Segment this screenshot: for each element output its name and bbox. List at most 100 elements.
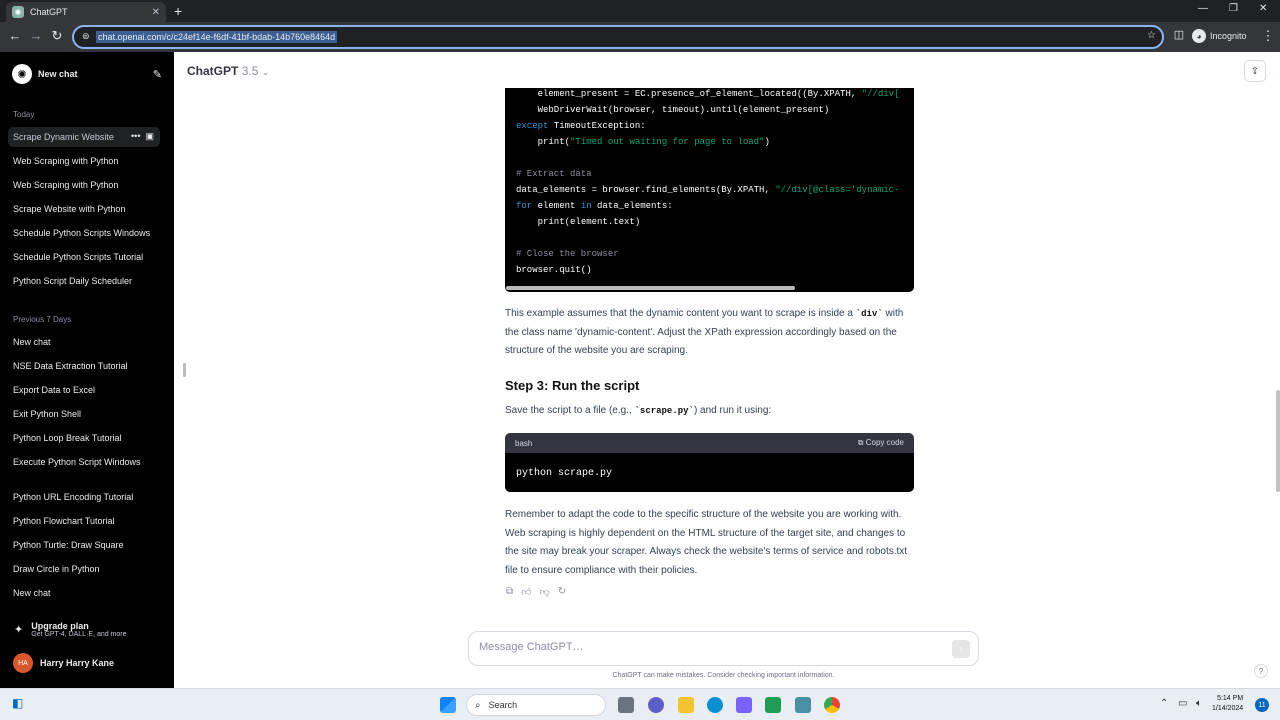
model-name: ChatGPT bbox=[187, 64, 239, 78]
regenerate-icon[interactable]: ↻ bbox=[558, 586, 566, 598]
tab-close-icon[interactable]: ✕ bbox=[152, 7, 160, 18]
url-text[interactable]: chat.openai.com/c/c24ef14e-f6df-41bf-bda… bbox=[96, 31, 338, 43]
disclaimer-text: ChatGPT can make mistakes. Consider chec… bbox=[612, 672, 835, 679]
window-close-icon[interactable]: ✕ bbox=[1259, 3, 1267, 14]
task-view-icon[interactable] bbox=[618, 697, 634, 713]
help-button[interactable]: ? bbox=[1254, 664, 1268, 678]
window-restore-icon[interactable]: ❐ bbox=[1229, 3, 1238, 14]
sidebar-item-label: Python Loop Break Tutorial bbox=[13, 433, 122, 443]
response-paragraph: Save the script to a file (e.g., `scrape… bbox=[505, 402, 917, 421]
address-bar[interactable]: ⊜ chat.openai.com/c/c24ef14e-f6df-41bf-b… bbox=[72, 25, 1164, 49]
sidebar-item-chat[interactable]: Draw Circle in Python bbox=[8, 559, 160, 579]
message-input[interactable] bbox=[479, 641, 939, 653]
response-paragraph: This example assumes that the dynamic co… bbox=[505, 305, 917, 361]
code-line: for element in data_elements: bbox=[516, 201, 673, 211]
sidebar-item-chat[interactable]: Export Data to Excel bbox=[8, 380, 160, 400]
bookmark-star-icon[interactable]: ☆ bbox=[1147, 30, 1156, 41]
reload-icon[interactable]: ↻ bbox=[48, 28, 66, 44]
sidebar-item-chat[interactable]: Execute Python Script Windows bbox=[8, 452, 160, 472]
site-info-icon[interactable]: ⊜ bbox=[82, 31, 92, 41]
code-text: python scrape.py bbox=[516, 468, 613, 479]
forward-arrow-icon[interactable]: → bbox=[27, 28, 45, 43]
section-today-label: Today bbox=[13, 110, 35, 119]
widgets-icon[interactable]: ◧ bbox=[12, 696, 23, 710]
code-horizontal-scrollbar[interactable] bbox=[506, 286, 795, 290]
sidebar-item-chat[interactable]: Python Script Daily Scheduler bbox=[8, 271, 160, 291]
archive-icon[interactable]: ▣ bbox=[145, 131, 154, 141]
file-explorer-icon[interactable] bbox=[678, 697, 694, 713]
edge-browser-icon[interactable] bbox=[707, 697, 723, 713]
upgrade-plan-button[interactable]: ✦ Upgrade plan Get GPT-4, DALL·E, and mo… bbox=[14, 621, 127, 638]
thumbs-down-icon[interactable]: 👎︎ bbox=[540, 586, 550, 598]
sidebar-item-chat[interactable]: Web Scraping with Python bbox=[8, 151, 160, 171]
avatar: HA bbox=[13, 653, 33, 673]
sidebar-item-label: Schedule Python Scripts Windows bbox=[13, 228, 151, 238]
taskbar: ◧ ⌕ Search ⌃ ▭ 🔈︎ 5:14 PM 1/14/2024 11 bbox=[0, 688, 1280, 720]
sidebar-item-chat[interactable]: Python URL Encoding Tutorial bbox=[8, 487, 160, 507]
browser-tab-chatgpt[interactable]: ✺ ChatGPT ✕ bbox=[6, 2, 166, 22]
sidebar-item-chat[interactable]: Scrape Dynamic Website ••• ▣ bbox=[8, 127, 160, 147]
paragraph-text: ) and run it using: bbox=[693, 405, 772, 416]
windows-start-icon[interactable] bbox=[440, 697, 456, 713]
section-previous-7-days-label: Previous 7 Days bbox=[13, 315, 72, 324]
sidebar-item-chat[interactable]: Exit Python Shell bbox=[8, 404, 160, 424]
sidebar-item-label: Exit Python Shell bbox=[13, 409, 82, 419]
sidebar-item-label: Web Scraping with Python bbox=[13, 156, 119, 166]
app-icon[interactable] bbox=[736, 697, 752, 713]
window-minimize-icon[interactable]: — bbox=[1198, 3, 1208, 14]
message-composer: ↑ bbox=[468, 631, 979, 666]
image-app-icon[interactable] bbox=[795, 697, 811, 713]
sidebar-collapse-handle[interactable] bbox=[183, 363, 186, 377]
sidebar-item-chat[interactable]: New chat bbox=[8, 332, 160, 352]
spreadsheet-icon[interactable] bbox=[765, 697, 781, 713]
model-selector[interactable]: ChatGPT 3.5 ⌄ bbox=[187, 64, 269, 78]
new-chat-label: New chat bbox=[38, 69, 78, 79]
sidebar-item-label: Web Scraping with Python bbox=[13, 180, 119, 190]
sidebar-item-chat[interactable]: Python Loop Break Tutorial bbox=[8, 428, 160, 448]
tray-chevron-up-icon[interactable]: ⌃ bbox=[1160, 698, 1168, 709]
copy-code-button[interactable]: ⧉ Copy code bbox=[858, 438, 904, 448]
copy-icon[interactable]: ⧉ bbox=[506, 586, 513, 598]
sidebar-item-chat[interactable]: Web Scraping with Python bbox=[8, 175, 160, 195]
sidebar-item-chat[interactable]: NSE Data Extraction Tutorial bbox=[8, 356, 160, 376]
sidebar-item-chat[interactable]: Schedule Python Scripts Tutorial bbox=[8, 247, 160, 267]
code-line: print(element.text) bbox=[537, 217, 641, 227]
more-options-icon[interactable]: ••• bbox=[131, 131, 140, 141]
upgrade-subtitle: Get GPT-4, DALL·E, and more bbox=[31, 631, 127, 638]
sidebar-item-label: Schedule Python Scripts Tutorial bbox=[13, 252, 144, 262]
volume-icon[interactable]: 🔈︎ bbox=[1196, 698, 1202, 709]
sidebar-item-chat[interactable]: Python Flowchart Tutorial bbox=[8, 511, 160, 531]
new-chat-button[interactable]: ✺ New chat ✎ bbox=[12, 64, 162, 84]
chrome-browser-icon[interactable] bbox=[824, 697, 840, 713]
code-line: # Close the browser bbox=[516, 249, 619, 259]
code-block-header: bash ⧉ Copy code bbox=[505, 433, 914, 453]
compose-icon[interactable]: ✎ bbox=[153, 68, 162, 81]
sidebar-item-chat[interactable]: Scrape Website with Python bbox=[8, 199, 160, 219]
incognito-profile[interactable]: ◕ Incognito bbox=[1192, 29, 1247, 43]
taskbar-search[interactable]: ⌕ Search bbox=[466, 694, 606, 716]
sidebar-item-chat[interactable]: New chat bbox=[8, 583, 160, 603]
system-clock[interactable]: 5:14 PM 1/14/2024 bbox=[1212, 694, 1243, 714]
search-label: Search bbox=[488, 700, 518, 710]
user-menu-button[interactable]: HA Harry Harry Kane bbox=[13, 653, 114, 673]
sidebar-item-chat[interactable]: Schedule Python Scripts Windows bbox=[8, 223, 160, 243]
chat-app-icon[interactable] bbox=[648, 697, 664, 713]
side-panel-icon[interactable]: ◫ bbox=[1170, 28, 1188, 41]
code-line: except TimeoutException: bbox=[516, 121, 646, 131]
page-vertical-scrollbar[interactable] bbox=[1276, 390, 1280, 492]
sidebar-item-chat[interactable]: Python Turtle: Draw Square bbox=[8, 535, 160, 555]
new-tab-icon[interactable]: + bbox=[174, 3, 182, 19]
user-name: Harry Harry Kane bbox=[40, 658, 115, 668]
back-arrow-icon[interactable]: ← bbox=[6, 28, 24, 43]
send-button[interactable]: ↑ bbox=[952, 640, 970, 658]
network-icon[interactable]: ▭ bbox=[1178, 698, 1187, 709]
browser-menu-icon[interactable]: ⋮ bbox=[1259, 28, 1277, 44]
notification-badge[interactable]: 11 bbox=[1255, 698, 1269, 712]
sidebar-item-label: New chat bbox=[13, 337, 51, 347]
inline-code: `div` bbox=[855, 309, 883, 319]
sidebar-item-label: New chat bbox=[13, 588, 51, 598]
code-block-python: element_present = EC.presence_of_element… bbox=[505, 88, 914, 292]
share-button[interactable]: ⇪ bbox=[1244, 60, 1266, 82]
message-actions: ⧉ 👍︎ 👎︎ ↻ bbox=[506, 586, 566, 598]
thumbs-up-icon[interactable]: 👍︎ bbox=[521, 586, 531, 598]
